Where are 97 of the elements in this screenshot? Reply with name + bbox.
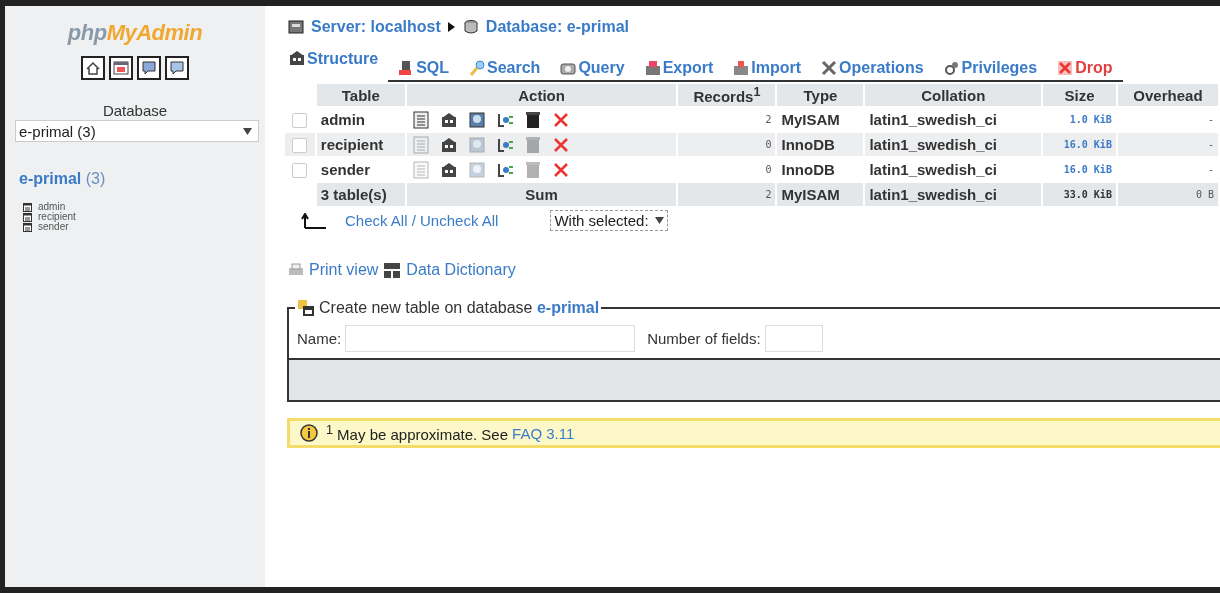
database-select[interactable]: e-primal (3) [15, 120, 259, 142]
column-header[interactable]: Action [406, 84, 677, 106]
notice-text: $^{1}$ May be approximate. See [326, 423, 509, 443]
dropdown-caret-icon [654, 217, 664, 224]
box-icon [644, 60, 661, 76]
check-all-link[interactable]: Check All / Uncheck All [345, 212, 499, 229]
column-header[interactable]: Type [777, 84, 864, 106]
box-icon [733, 60, 750, 76]
sidebar-table-link[interactable]: recipient [38, 212, 76, 222]
window-icon [113, 60, 129, 76]
print-view-link[interactable]: Print view [309, 261, 379, 279]
data-dictionary-link[interactable]: Data Dictionary [406, 261, 516, 279]
table-cell-text: latin1_swedish_ci [868, 110, 998, 130]
table-cell-text: latin1_swedish_ci [868, 160, 998, 180]
toolbar-button[interactable] [81, 56, 105, 80]
structure-icon[interactable] [439, 135, 458, 154]
sidebar-table-link[interactable]: sender [38, 222, 69, 232]
toolbar-button[interactable] [109, 56, 133, 80]
field-label: Name: [297, 330, 342, 347]
table-cell: 3 table(s) [316, 183, 405, 206]
table-cell: latin1_swedish_ci [865, 183, 1042, 206]
tab[interactable]: Import [723, 56, 812, 82]
table-name-link[interactable]: admin [316, 108, 405, 131]
column-header[interactable]: Table [316, 84, 405, 106]
browse-icon[interactable] [411, 110, 430, 129]
table-cell-text: MyISAM [780, 110, 841, 130]
size-link[interactable]: 16.0 KiB [1043, 158, 1116, 181]
toolbar-button[interactable] [165, 56, 189, 80]
table-cell: 0 B [1117, 183, 1218, 206]
table-cell: 0 [678, 133, 776, 156]
size-link[interactable]: 1.0 KiB [1043, 108, 1116, 131]
legend-text: Create new table on database e-primal [319, 299, 600, 317]
tab[interactable]: Search [459, 56, 551, 82]
table-cell-text: 0 [764, 163, 773, 177]
table-cell: 33.0 KiB [1043, 183, 1116, 206]
table-cell: latin1_swedish_ci [865, 133, 1042, 156]
tab[interactable]: Structure [279, 50, 389, 82]
checkbox[interactable] [292, 163, 308, 179]
table-cell-text: InnoDB [780, 160, 836, 180]
trash-icon[interactable] [523, 110, 542, 129]
checkbox[interactable] [292, 138, 308, 154]
table-cell: 2 [678, 183, 776, 206]
table-cell: InnoDB [777, 133, 864, 156]
column-header[interactable]: Collation [865, 84, 1042, 106]
breadcrumb-link[interactable]: Database: e-primal [485, 18, 629, 36]
logo[interactable]: phpMyAdmin [67, 20, 203, 46]
column-header[interactable]: Records$^{1}$ [678, 84, 776, 106]
speech-bubble-icon [141, 60, 157, 76]
search-icon [469, 60, 485, 76]
search-icon[interactable] [467, 110, 486, 129]
name-field[interactable] [345, 325, 636, 352]
tab[interactable]: SQL [388, 56, 459, 82]
table-name-link[interactable]: sender [316, 158, 405, 181]
dropdown-caret-icon [243, 127, 252, 135]
table-name-link[interactable]: recipient [316, 133, 405, 156]
structure-icon[interactable] [439, 160, 458, 179]
size-link[interactable]: 16.0 KiB [1043, 133, 1116, 156]
structure-icon [289, 50, 305, 66]
table-cell: - [1117, 133, 1218, 156]
table-icon [23, 202, 32, 212]
server-icon [287, 19, 305, 35]
tab[interactable]: Query [550, 56, 635, 82]
tab[interactable]: Operations [811, 56, 934, 82]
table-cell-text: 2 [764, 113, 773, 127]
breadcrumb-link[interactable]: Server: localhost [311, 18, 441, 36]
drop-cross-icon[interactable] [551, 110, 570, 129]
drop-cross-icon[interactable] [551, 160, 570, 179]
toolbar-button[interactable] [137, 56, 161, 80]
faq-link[interactable]: FAQ 3.11 [512, 424, 575, 442]
data-dictionary-icon [382, 261, 403, 279]
table-icon [23, 212, 32, 222]
info-icon [300, 424, 318, 442]
play-arrow-icon [446, 21, 456, 33]
printer-icon [287, 262, 305, 278]
sidebar-table-link[interactable]: admin [38, 202, 66, 212]
tab[interactable]: Export [634, 56, 724, 82]
number-of-fields-field[interactable] [764, 325, 823, 352]
cross-icon [1057, 60, 1074, 76]
table-icon [23, 222, 32, 232]
column-header[interactable]: Overhead [1117, 84, 1218, 106]
drop-cross-icon[interactable] [551, 135, 570, 154]
tab[interactable]: Privileges [933, 56, 1048, 82]
table-cell-text: - [1206, 113, 1215, 127]
field-label: Number of fields: [647, 330, 761, 347]
structure-icon[interactable] [439, 110, 458, 129]
tab[interactable]: Drop [1047, 56, 1123, 82]
table-cell: MyISAM [777, 183, 864, 206]
with-selected-dropdown[interactable]: With selected: [550, 210, 668, 231]
speech-bubble-icon [169, 60, 185, 76]
checkbox[interactable] [292, 113, 308, 129]
table-cell-text: - [1206, 163, 1215, 177]
database-link[interactable]: e-primal (3) [19, 170, 106, 188]
database-label: Database [102, 102, 168, 119]
home-icon [85, 60, 101, 76]
column-header[interactable]: Size [1043, 84, 1116, 106]
corner-arrow-icon [301, 212, 327, 229]
table-cell: Sum [406, 183, 677, 206]
